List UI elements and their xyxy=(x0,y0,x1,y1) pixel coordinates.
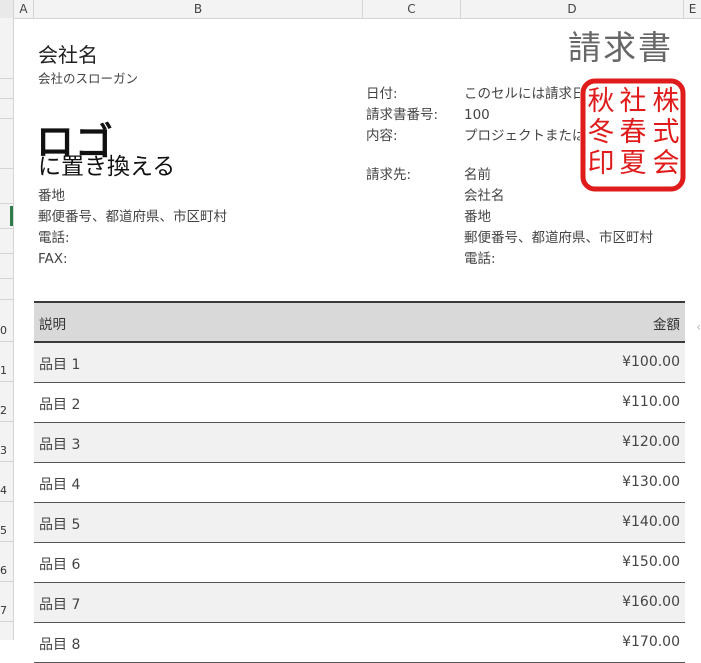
selected-row-indicator xyxy=(10,206,13,226)
seal-character: 春 xyxy=(620,117,647,148)
invoice-number-value[interactable]: 100 xyxy=(464,105,490,126)
item-amount[interactable]: ¥100.00 xyxy=(622,354,680,370)
header-amount[interactable]: 金額 xyxy=(653,313,680,333)
content-label[interactable]: 内容: xyxy=(366,126,398,147)
logo-placeholder-subtitle[interactable]: に置き換える xyxy=(38,147,175,181)
row-number[interactable]: 3 xyxy=(0,444,13,458)
row-number[interactable]: 4 xyxy=(0,484,13,498)
item-description[interactable]: 品目 8 xyxy=(39,634,80,654)
row-header-bar: 0 1 2 3 4 5 6 7 xyxy=(0,18,14,640)
scroll-left-icon[interactable]: ‹ xyxy=(696,320,701,334)
seal-character: 冬 xyxy=(588,117,615,148)
item-amount[interactable]: ¥120.00 xyxy=(622,434,680,450)
bill-to-phone[interactable]: 電話: xyxy=(464,249,496,270)
table-row[interactable]: 品目 5 ¥140.00 xyxy=(34,503,685,543)
company-postal[interactable]: 郵便番号、都道府県、市区町村 xyxy=(38,207,227,228)
table-row[interactable]: 品目 1 ¥100.00 xyxy=(34,343,685,383)
header-description[interactable]: 説明 xyxy=(39,313,66,333)
row-number[interactable]: 2 xyxy=(0,404,13,418)
item-amount[interactable]: ¥140.00 xyxy=(622,514,680,530)
item-amount[interactable]: ¥110.00 xyxy=(622,394,680,410)
seal-character: 夏 xyxy=(620,148,647,179)
select-all-corner[interactable] xyxy=(0,0,14,18)
item-description[interactable]: 品目 4 xyxy=(39,474,80,494)
bill-to-address[interactable]: 番地 xyxy=(464,207,491,228)
date-label[interactable]: 日付: xyxy=(366,84,398,105)
bill-to-name[interactable]: 名前 xyxy=(464,165,491,186)
seal-character: 社 xyxy=(620,86,647,117)
column-header-b[interactable]: B xyxy=(34,0,363,18)
table-header: 説明 金額 xyxy=(34,301,685,343)
column-header-a[interactable]: A xyxy=(14,0,34,18)
invoice-number-label[interactable]: 請求書番号: xyxy=(366,105,438,126)
bill-to-company[interactable]: 会社名 xyxy=(464,186,505,207)
item-description[interactable]: 品目 7 xyxy=(39,594,80,614)
item-amount[interactable]: ¥130.00 xyxy=(622,474,680,490)
item-description[interactable]: 品目 6 xyxy=(39,554,80,574)
row-number[interactable]: 0 xyxy=(0,324,13,338)
seal-character: 株 xyxy=(653,86,680,117)
company-slogan[interactable]: 会社のスローガン xyxy=(38,68,138,87)
invoice-title[interactable]: 請求書 xyxy=(568,21,673,69)
column-header-bar: A B C D E xyxy=(0,0,701,19)
bill-to-postal[interactable]: 郵便番号、都道府県、市区町村 xyxy=(464,228,653,249)
row-number[interactable]: 1 xyxy=(0,364,13,378)
column-header-c[interactable]: C xyxy=(363,0,461,18)
date-value[interactable]: このセルには請求日が入ります xyxy=(464,84,580,105)
company-fax[interactable]: FAX: xyxy=(38,249,68,270)
row-number[interactable]: 6 xyxy=(0,564,13,578)
item-description[interactable]: 品目 2 xyxy=(39,394,80,414)
line-items-table: 説明 金額 品目 1 ¥100.00 品目 2 ¥110.00 品目 3 ¥12… xyxy=(34,301,685,663)
table-row[interactable]: 品目 7 ¥160.00 xyxy=(34,583,685,623)
company-seal-stamp[interactable]: 株 式 会 社 春 夏 秋 冬 印 xyxy=(580,78,686,192)
seal-character: 式 xyxy=(653,117,680,148)
item-description[interactable]: 品目 3 xyxy=(39,434,80,454)
table-row[interactable]: 品目 3 ¥120.00 xyxy=(34,423,685,463)
table-row[interactable]: 品目 8 ¥170.00 xyxy=(34,623,685,663)
column-header-e[interactable]: E xyxy=(684,0,701,18)
item-description[interactable]: 品目 5 xyxy=(39,514,80,534)
seal-character: 秋 xyxy=(588,86,615,117)
column-header-d[interactable]: D xyxy=(461,0,684,18)
bill-to-label[interactable]: 請求先: xyxy=(366,165,411,186)
item-amount[interactable]: ¥150.00 xyxy=(622,554,680,570)
company-address[interactable]: 番地 xyxy=(38,186,65,207)
worksheet[interactable]: 会社名 会社のスローガン ロゴ に置き換える 番地 郵便番号、都道府県、市区町村… xyxy=(14,19,701,663)
table-row[interactable]: 品目 4 ¥130.00 xyxy=(34,463,685,503)
row-number[interactable]: 5 xyxy=(0,524,13,538)
table-row[interactable]: 品目 2 ¥110.00 xyxy=(34,383,685,423)
company-phone[interactable]: 電話: xyxy=(38,228,70,249)
seal-character: 会 xyxy=(653,148,680,179)
item-amount[interactable]: ¥160.00 xyxy=(622,594,680,610)
item-amount[interactable]: ¥170.00 xyxy=(622,634,680,650)
company-name[interactable]: 会社名 xyxy=(38,39,98,68)
row-number[interactable]: 7 xyxy=(0,604,13,618)
table-row[interactable]: 品目 6 ¥150.00 xyxy=(34,543,685,583)
seal-character: 印 xyxy=(588,148,615,179)
item-description[interactable]: 品目 1 xyxy=(39,354,80,374)
content-value[interactable]: プロジェクトまたはサービスの説明 xyxy=(464,126,580,147)
